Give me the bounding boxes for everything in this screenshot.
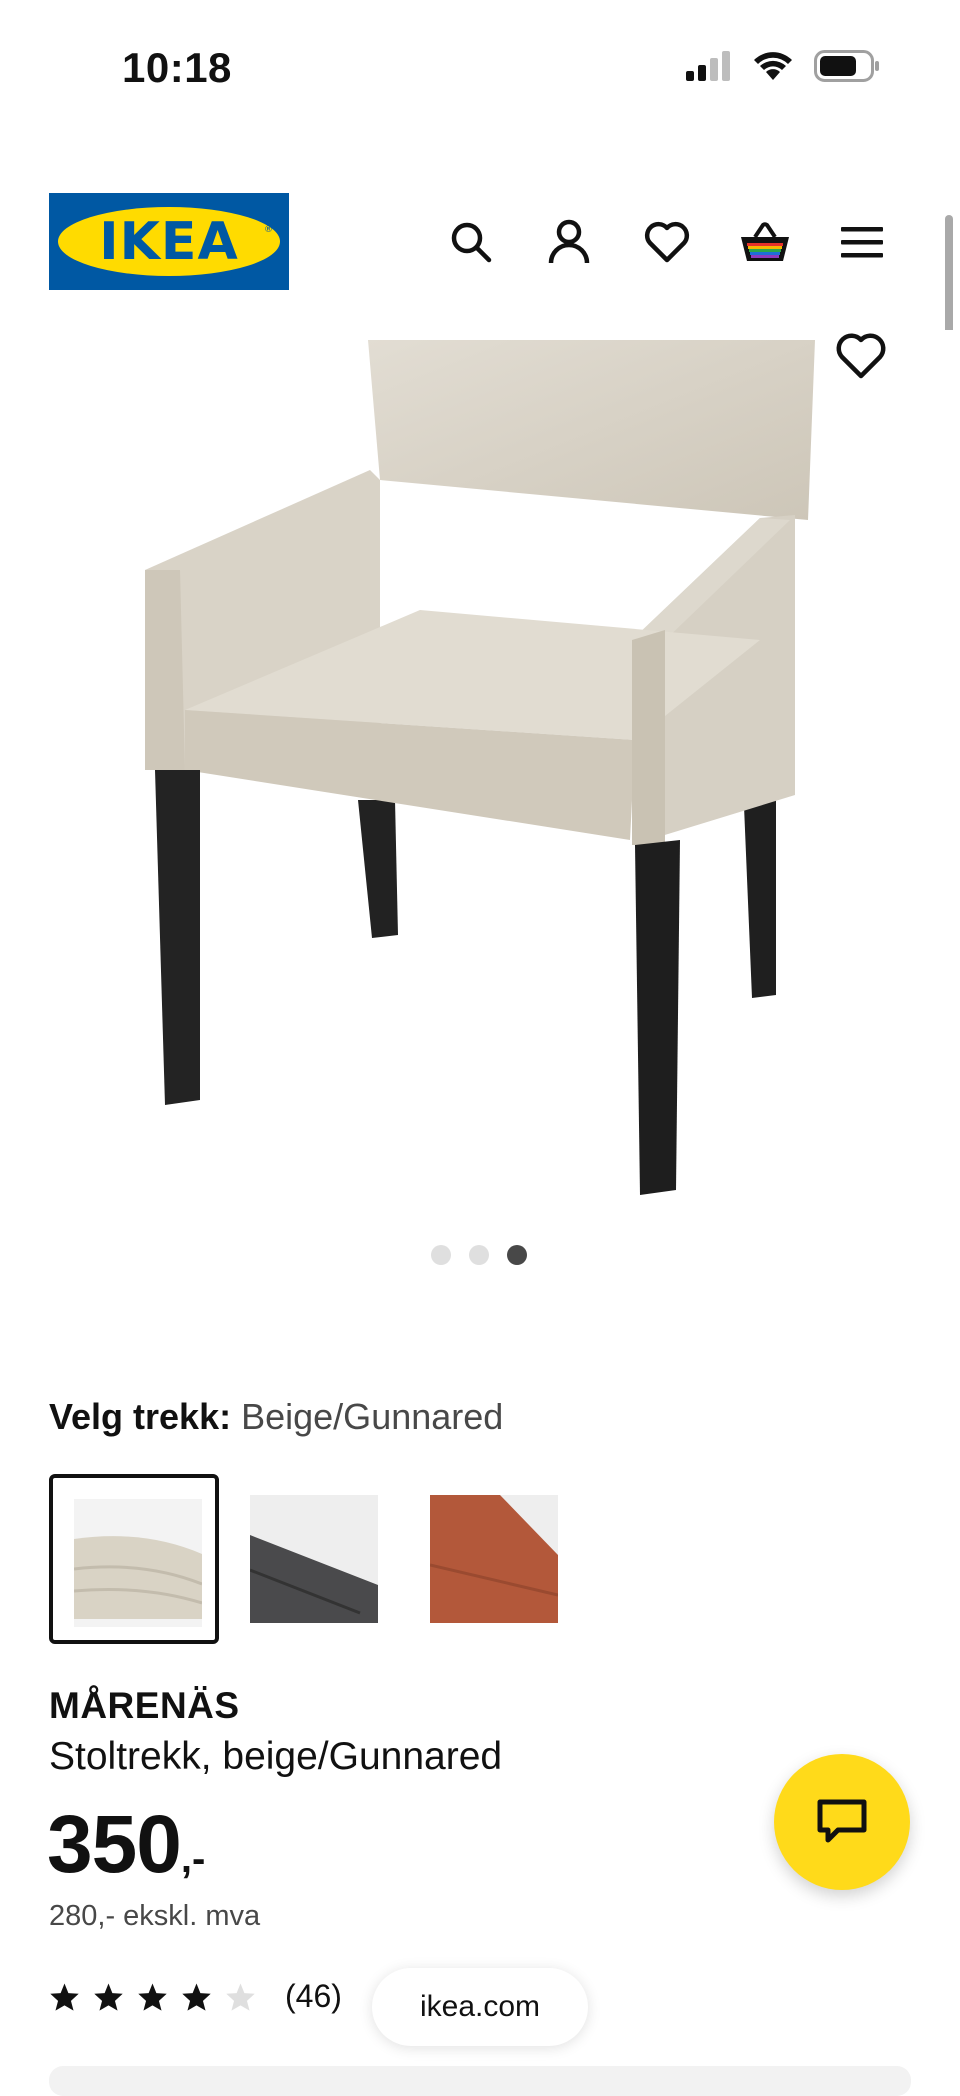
- status-icons: [686, 50, 880, 82]
- chat-icon: [817, 1799, 867, 1843]
- star-filled-icon: [50, 1982, 79, 2011]
- product-name: MÅRENÄS: [49, 1685, 240, 1726]
- gallery-dot-active[interactable]: [507, 1245, 527, 1265]
- rating-count: (46): [285, 1978, 342, 2014]
- price-ex-vat: 280,- ekskl. mva: [49, 1900, 261, 1932]
- variant-label: Velg trekk:: [49, 1396, 232, 1437]
- logo-text: IKEA: [99, 211, 239, 272]
- swatch-dark-grey[interactable]: [229, 1474, 399, 1644]
- heart-icon: [836, 333, 886, 379]
- price-value: 350: [47, 1799, 182, 1890]
- product-price: 350,-: [47, 1800, 205, 1904]
- star-filled-icon: [182, 1982, 211, 2011]
- swatch-rust[interactable]: [409, 1474, 579, 1644]
- star-filled-icon: [94, 1982, 123, 2011]
- cellular-signal-icon: [686, 51, 730, 81]
- swatch-image-dark-grey: [250, 1495, 378, 1623]
- product-rating[interactable]: (46): [49, 1978, 342, 2015]
- battery-icon: [814, 50, 879, 82]
- browser-url-pill[interactable]: ikea.com: [372, 1968, 588, 2046]
- logo-registered-mark: ®: [264, 225, 273, 235]
- variant-value: Beige/Gunnared: [241, 1396, 504, 1437]
- wifi-icon: [754, 52, 792, 80]
- shopping-bag-icon: [741, 222, 789, 261]
- profile-icon: [548, 219, 590, 264]
- menu-icon: [841, 227, 883, 258]
- profile-button[interactable]: [541, 214, 597, 270]
- gallery-dot[interactable]: [431, 1245, 451, 1265]
- site-header: IKEA ®: [0, 190, 960, 296]
- search-button[interactable]: [443, 214, 499, 270]
- star-filled-icon: [138, 1982, 167, 2011]
- swatch-image-rust: [430, 1495, 558, 1623]
- product-image[interactable]: [0, 330, 960, 1210]
- swatch-image-beige: [74, 1499, 202, 1627]
- star-empty-icon: [226, 1982, 255, 2011]
- search-icon: [451, 222, 492, 263]
- favourites-button[interactable]: [639, 214, 695, 270]
- heart-icon: [644, 221, 690, 263]
- swatch-beige[interactable]: [49, 1474, 219, 1644]
- status-time: 10:18: [122, 44, 232, 91]
- next-section-edge: [49, 2066, 911, 2096]
- armchair-image: [145, 340, 815, 1195]
- ikea-logo[interactable]: IKEA ®: [49, 193, 289, 290]
- variant-label-row: Velg trekk: Beige/Gunnared: [49, 1395, 503, 1439]
- shopping-bag-button[interactable]: [737, 214, 793, 270]
- chat-button[interactable]: [774, 1754, 910, 1890]
- price-suffix: ,-: [180, 1837, 206, 1881]
- status-bar: 10:18: [0, 0, 960, 110]
- gallery-pagination: [431, 1245, 527, 1265]
- gallery-dot[interactable]: [469, 1245, 489, 1265]
- image-favourite-button[interactable]: [833, 328, 889, 384]
- product-description: Stoltrekk, beige/Gunnared: [49, 1735, 503, 1778]
- menu-button[interactable]: [834, 214, 890, 270]
